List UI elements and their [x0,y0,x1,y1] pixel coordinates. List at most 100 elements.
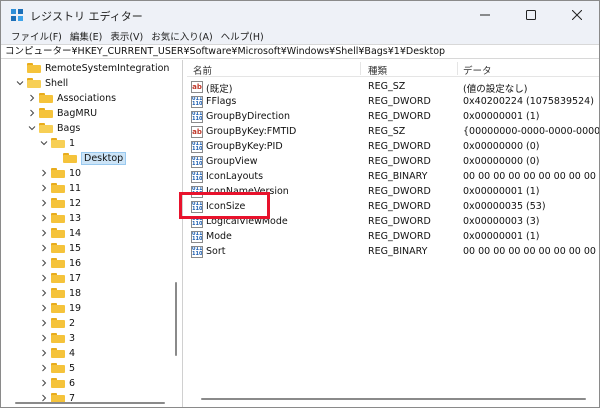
chevron-right-icon[interactable] [27,90,37,106]
chevron-right-icon[interactable] [39,255,49,271]
tree-node-label: 11 [69,182,82,194]
chevron-right-icon[interactable] [39,345,49,361]
value-type: REG_SZ [368,126,406,137]
column-header-type[interactable]: 種類 [368,63,387,77]
menu-favorites[interactable]: お気に入り(A) [147,29,216,43]
tree-node[interactable]: 6 [39,375,75,391]
tree-node[interactable]: 5 [39,360,75,376]
value-row[interactable]: 011 110 GroupByDirection REG_DWORD 0x0000000… [187,110,599,125]
chevron-right-icon[interactable] [39,225,49,241]
list-hscroll-thumb[interactable] [201,398,586,400]
value-row[interactable]: 011 110 Mode REG_DWORD 0x00000001 (1) [187,230,599,245]
close-button[interactable] [554,1,600,28]
tree-node[interactable]: 13 [39,210,81,226]
tree-node[interactable]: 18 [39,285,81,301]
value-name: FFlags [206,96,237,107]
maximize-button[interactable] [508,1,554,28]
tree-hscroll-thumb[interactable] [15,402,165,404]
tree-node[interactable]: Associations [27,90,116,106]
tree-node[interactable]: Desktop [51,150,127,166]
chevron-right-icon[interactable] [39,210,49,226]
value-name: IconLayouts [206,171,264,182]
folder-icon [51,258,65,268]
tree-node[interactable]: Bags [27,120,80,136]
tree-node[interactable]: 4 [39,345,75,361]
key-tree-pane[interactable]: RemoteSystemIntegration Shell Associations… [1,60,182,407]
folder-icon [51,288,65,298]
menu-help[interactable]: ヘルプ(H) [217,29,268,43]
value-row[interactable]: ab (既定) REG_SZ (値の設定なし) [187,80,599,95]
value-name: GroupView [206,156,258,167]
value-type: REG_DWORD [368,201,431,212]
column-divider[interactable] [360,62,361,75]
column-header-name[interactable]: 名前 [193,63,212,77]
chevron-right-icon[interactable] [39,285,49,301]
tree-vertical-scrollbar[interactable] [172,60,181,407]
chevron-down-icon[interactable] [27,120,37,136]
tree-node[interactable]: 10 [39,165,81,181]
tree-horizontal-scrollbar[interactable] [1,398,172,407]
tree-node-label: 3 [69,332,76,344]
chevron-right-icon[interactable] [39,240,49,256]
value-type: REG_DWORD [368,216,431,227]
value-name: GroupByKey:PID [206,141,283,152]
title-bar[interactable]: レジストリ エディター [1,1,599,28]
tree-node[interactable]: 2 [39,315,75,331]
tree-node[interactable]: 12 [39,195,81,211]
value-type: REG_BINARY [368,171,428,182]
list-header: 名前 種類 データ [187,60,599,77]
tree-node-label: 2 [69,317,76,329]
tree-node[interactable]: 19 [39,300,81,316]
value-row[interactable]: ab GroupByKey:FMTID REG_SZ {00000000-0000-0… [187,125,599,140]
tree-node[interactable]: BagMRU [27,105,97,121]
value-row[interactable]: 011 110 Sort REG_BINARY 00 00 00 00 00 00 00… [187,245,599,260]
value-row[interactable]: 011 110 IconLayouts REG_BINARY 00 00 00 00 0… [187,170,599,185]
tree-node-label: RemoteSystemIntegration [45,62,170,74]
address-bar[interactable]: コンピューター¥HKEY_CURRENT_USER¥Software¥Micro… [1,44,599,59]
tree-node[interactable]: Shell [15,75,68,91]
menu-edit[interactable]: 編集(E) [66,29,106,43]
folder-icon [51,183,65,193]
chevron-right-icon[interactable] [39,195,49,211]
chevron-right-icon[interactable] [39,180,49,196]
tree-node-label: 1 [69,137,76,149]
value-name: Mode [206,231,232,242]
tree-node[interactable]: RemoteSystemIntegration [15,60,169,76]
close-icon [572,9,582,20]
tree-node-label: Desktop [81,151,127,165]
value-type: REG_DWORD [368,156,431,167]
menu-view[interactable]: 表示(V) [106,29,147,43]
tree-scroll-thumb[interactable] [175,282,177,356]
chevron-right-icon[interactable] [39,165,49,181]
value-type: REG_SZ [368,81,406,92]
tree-node[interactable]: 1 [39,135,75,151]
value-data: 0x00000000 (0) [463,141,540,152]
chevron-right-icon[interactable] [39,360,49,376]
value-row[interactable]: 011 110 GroupView REG_DWORD 0x00000000 (0) [187,155,599,170]
chevron-right-icon[interactable] [39,330,49,346]
registry-editor-window: レジストリ エディター ファイル(F) 編集(E) 表示(V) お気に入り(A)… [0,0,600,408]
tree-node[interactable]: 16 [39,255,81,271]
column-header-data[interactable]: データ [463,63,492,77]
tree-node[interactable]: 3 [39,330,75,346]
tree-node[interactable]: 15 [39,240,81,256]
chevron-right-icon[interactable] [39,375,49,391]
chevron-down-icon[interactable] [15,75,25,91]
chevron-right-icon[interactable] [27,105,37,121]
chevron-right-icon[interactable] [39,270,49,286]
tree-node[interactable]: 14 [39,225,81,241]
minimize-button[interactable] [462,1,508,28]
chevron-right-icon[interactable] [39,315,49,331]
chevron-down-icon[interactable] [39,135,49,151]
value-row[interactable]: 011 110 GroupByKey:PID REG_DWORD 0x00000000 … [187,140,599,155]
menu-file[interactable]: ファイル(F) [7,29,66,43]
chevron-right-icon[interactable] [39,300,49,316]
tree-node-label: Shell [45,77,69,89]
value-row[interactable]: 011 110 FFlags REG_DWORD 0x40200224 (1075839… [187,95,599,110]
tree-node[interactable]: 11 [39,180,81,196]
folder-icon [51,273,65,283]
tree-node[interactable]: 17 [39,270,81,286]
column-divider[interactable] [457,62,458,75]
values-list-pane[interactable]: 名前 種類 データ ab (既定) REG_SZ (値の設定なし) 011 110 FFla… [187,60,599,407]
